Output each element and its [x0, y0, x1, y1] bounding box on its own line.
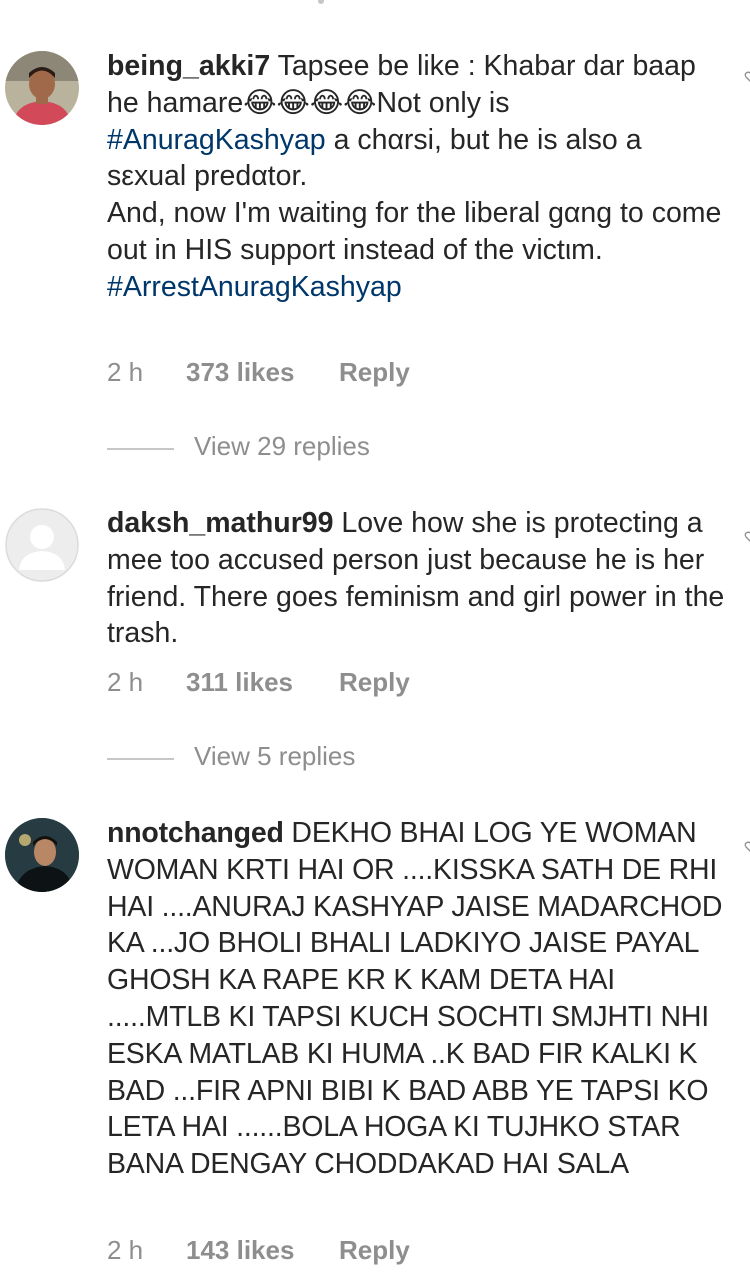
likes-count[interactable]: 143 likes	[186, 1235, 294, 1266]
avatar[interactable]	[5, 508, 79, 582]
comment-text: being_akki7 Tapsee be like : Khabar dar …	[107, 48, 727, 306]
view-replies-label[interactable]: View 29 replies	[194, 431, 370, 462]
like-heart-icon[interactable]	[744, 530, 750, 544]
likes-count[interactable]: 373 likes	[186, 357, 294, 388]
divider-line	[107, 758, 174, 760]
username-link[interactable]: being_akki7	[107, 50, 270, 82]
timestamp: 2 h	[107, 357, 144, 387]
username-link[interactable]: daksh_mathur99	[107, 507, 334, 539]
username-link[interactable]: nnotchanged	[107, 817, 284, 849]
likes-count[interactable]: 311 likes	[186, 667, 293, 698]
hashtag-link[interactable]: #AnuragKashyap	[107, 124, 326, 156]
reply-button[interactable]: Reply	[339, 667, 410, 698]
avatar[interactable]	[5, 818, 79, 892]
hashtag-link[interactable]: #ArrestAnuragKashyap	[107, 271, 402, 303]
avatar[interactable]	[5, 51, 79, 125]
timestamp: 2 h	[107, 667, 144, 697]
divider-line	[107, 448, 174, 450]
scroll-indicator	[318, 0, 324, 4]
like-heart-icon[interactable]	[744, 840, 750, 854]
comment-body: DEKHO BHAI LOG YE WOMAN WOMAN KRTI HAI O…	[107, 817, 723, 1181]
view-replies-label[interactable]: View 5 replies	[194, 741, 355, 772]
comment-text: nnotchanged DEKHO BHAI LOG YE WOMAN WOMA…	[107, 815, 727, 1183]
timestamp: 2 h	[107, 1235, 144, 1265]
like-heart-icon[interactable]	[744, 70, 750, 84]
reply-button[interactable]: Reply	[339, 357, 410, 388]
comment-text: daksh_mathur99 Love how she is protectin…	[107, 505, 727, 652]
comment-body: And, now I'm waiting for the liberal gαn…	[107, 197, 722, 266]
reply-button[interactable]: Reply	[339, 1235, 410, 1266]
